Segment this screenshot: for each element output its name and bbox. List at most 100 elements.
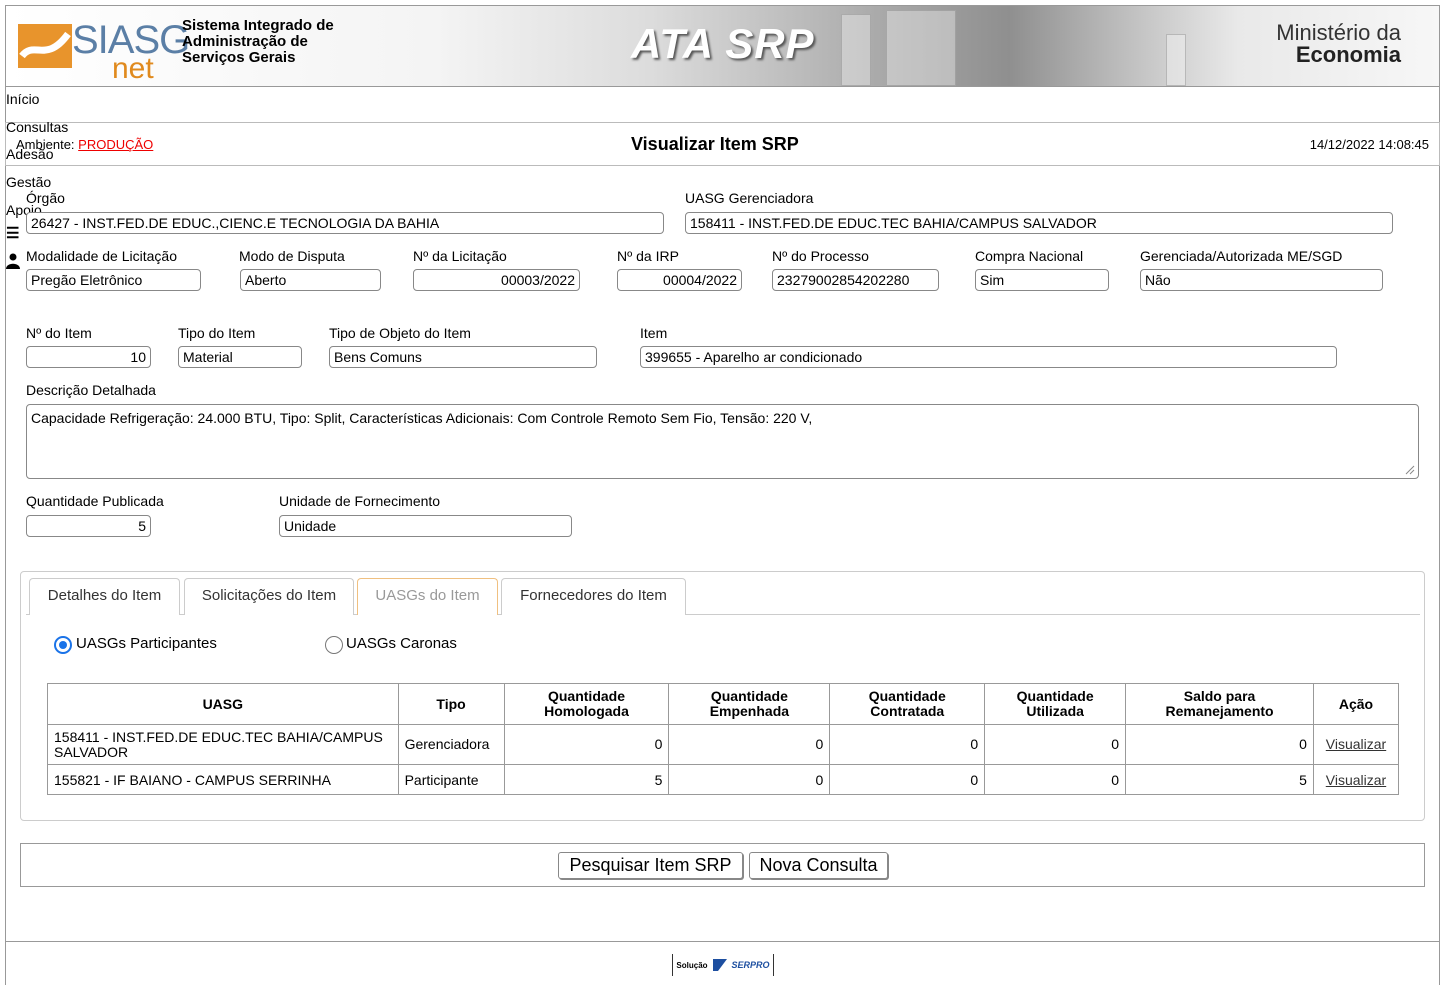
descricao-label: Descrição Detalhada bbox=[26, 382, 156, 398]
unidade-fornecimento-field[interactable]: Unidade bbox=[279, 515, 572, 537]
header-qtd-contratada: Quantidade Contratada bbox=[829, 683, 986, 725]
header-qtd-empenhada: Quantidade Empenhada bbox=[668, 683, 831, 725]
radio-label-participantes[interactable]: UASGs Participantes bbox=[76, 635, 217, 652]
orgao-field[interactable]: 26427 - INST.FED.DE EDUC.,CIENC.E TECNOL… bbox=[26, 212, 664, 234]
irp-label: Nº da IRP bbox=[617, 248, 679, 264]
tab-solicitacoes-item[interactable]: Solicitações do Item bbox=[184, 578, 354, 615]
compra-nacional-field[interactable]: Sim bbox=[975, 269, 1109, 291]
menu-icon[interactable]: ☰ bbox=[6, 224, 19, 242]
banner-building-decoration bbox=[1166, 34, 1186, 86]
cell-uasg: 158411 - INST.FED.DE EDUC.TEC BAHIA/CAMP… bbox=[47, 724, 399, 765]
header-qtd-utilizada: Quantidade Utilizada bbox=[984, 683, 1127, 725]
tipo-item-label: Tipo do Item bbox=[178, 325, 256, 341]
table-row: 158411 - INST.FED.DE EDUC.TEC BAHIA/CAMP… bbox=[47, 724, 1400, 765]
qtd-publicada-field[interactable]: 5 bbox=[26, 515, 151, 537]
ministry-line2: Economia bbox=[1295, 42, 1401, 67]
cell-qtd-utilizada: 0 bbox=[984, 724, 1127, 765]
radio-label-caronas[interactable]: UASGs Caronas bbox=[346, 635, 457, 652]
gerenciada-field[interactable]: Não bbox=[1140, 269, 1383, 291]
modo-disputa-label: Modo de Disputa bbox=[239, 248, 345, 264]
processo-label: Nº do Processo bbox=[772, 248, 869, 264]
banner-building-decoration bbox=[886, 10, 956, 86]
cell-qtd-homologada: 0 bbox=[503, 724, 670, 765]
cell-saldo: 5 bbox=[1125, 764, 1314, 795]
resize-grip-icon[interactable] bbox=[1405, 465, 1415, 475]
cell-saldo: 0 bbox=[1125, 724, 1314, 765]
header-acao: Ação bbox=[1312, 683, 1400, 725]
siasg-logo: SIASG net bbox=[16, 14, 190, 85]
uasgs-table: UASG Tipo Quantidade Homologada Quantida… bbox=[47, 683, 1400, 795]
licitacao-field[interactable]: 00003/2022 bbox=[413, 269, 580, 291]
header-uasg: UASG bbox=[47, 683, 399, 725]
cell-qtd-homologada: 5 bbox=[503, 764, 670, 795]
tab-fornecedores-item[interactable]: Fornecedores do Item bbox=[501, 578, 686, 615]
header-saldo-remanejamento: Saldo para Remanejamento bbox=[1125, 683, 1314, 725]
unidade-fornecimento-label: Unidade de Fornecimento bbox=[279, 493, 441, 509]
menu-item-adesao[interactable]: Adesão bbox=[6, 146, 53, 162]
system-name-line3: Serviços Gerais bbox=[182, 49, 296, 66]
system-name-line1: Sistema Integrado de bbox=[182, 17, 334, 34]
tipo-objeto-field[interactable]: Bens Comuns bbox=[329, 346, 597, 368]
radio-uasgs-participantes[interactable] bbox=[54, 636, 72, 654]
footer-solucao-text: Solução bbox=[676, 960, 708, 970]
user-icon[interactable] bbox=[6, 253, 20, 273]
datetime: 14/12/2022 14:08:45 bbox=[1309, 137, 1429, 152]
cell-uasg: 155821 - IF BAIANO - CAMPUS SERRINHA bbox=[47, 764, 399, 795]
item-field[interactable]: 399655 - Aparelho ar condicionado bbox=[640, 346, 1337, 368]
qtd-publicada-label: Quantidade Publicada bbox=[26, 493, 164, 509]
licitacao-label: Nº da Licitação bbox=[413, 248, 507, 264]
uasg-gerenciadora-field[interactable]: 158411 - INST.FED.DE EDUC.TEC BAHIA/CAMP… bbox=[685, 212, 1393, 234]
banner-building-decoration bbox=[841, 14, 871, 86]
modalidade-field[interactable]: Pregão Eletrônico bbox=[26, 269, 201, 291]
footer-serpro-text: SERPRO bbox=[731, 960, 770, 970]
header-qtd-homologada: Quantidade Homologada bbox=[503, 683, 670, 725]
compra-nacional-label: Compra Nacional bbox=[975, 248, 1084, 264]
table-row: 155821 - IF BAIANO - CAMPUS SERRINHA Par… bbox=[47, 764, 1400, 795]
menu-item-gestao[interactable]: Gestão bbox=[6, 174, 51, 190]
serpro-mark-icon bbox=[712, 959, 727, 971]
cell-qtd-utilizada: 0 bbox=[984, 764, 1127, 795]
system-name: Sistema Integrado de Administração de Se… bbox=[182, 18, 382, 66]
visualizar-link[interactable]: Visualizar bbox=[1312, 724, 1400, 765]
logo-net-text: net bbox=[112, 52, 154, 85]
cell-qtd-contratada: 0 bbox=[829, 764, 986, 795]
app-title: ATA SRP bbox=[631, 20, 815, 67]
cell-qtd-empenhada: 0 bbox=[668, 724, 831, 765]
page-title: Visualizar Item SRP bbox=[631, 134, 799, 154]
num-item-field[interactable]: 10 bbox=[26, 346, 151, 368]
footer-divider bbox=[5, 941, 1440, 942]
tipo-objeto-label: Tipo de Objeto do Item bbox=[329, 325, 471, 341]
siasg-logo-mark-icon bbox=[18, 24, 72, 68]
cell-tipo: Gerenciadora bbox=[397, 724, 505, 765]
tab-detalhes-item[interactable]: Detalhes do Item bbox=[29, 578, 180, 615]
modo-disputa-field[interactable]: Aberto bbox=[240, 269, 381, 291]
menu-item-consultas[interactable]: Consultas bbox=[6, 119, 68, 135]
cell-tipo: Participante bbox=[397, 764, 505, 795]
pesquisar-item-srp-button[interactable]: Pesquisar Item SRP bbox=[558, 852, 743, 879]
orgao-label: Órgão bbox=[26, 190, 65, 206]
num-item-label: Nº do Item bbox=[26, 325, 92, 341]
descricao-text: Capacidade Refrigeração: 24.000 BTU, Tip… bbox=[31, 410, 813, 426]
radio-uasgs-caronas[interactable] bbox=[325, 636, 343, 654]
ministry-logo: Ministério da Economia bbox=[1276, 22, 1401, 66]
cell-qtd-contratada: 0 bbox=[829, 724, 986, 765]
processo-field[interactable]: 23279002854202280 bbox=[772, 269, 939, 291]
visualizar-link[interactable]: Visualizar bbox=[1312, 764, 1400, 795]
table-header-row: UASG Tipo Quantidade Homologada Quantida… bbox=[47, 683, 1400, 725]
descricao-textarea[interactable]: Capacidade Refrigeração: 24.000 BTU, Tip… bbox=[26, 404, 1419, 479]
gerenciada-label: Gerenciada/Autorizada ME/SGD bbox=[1140, 248, 1343, 264]
system-name-line2: Administração de bbox=[182, 33, 308, 50]
header-tipo: Tipo bbox=[397, 683, 505, 725]
item-label: Item bbox=[640, 325, 668, 341]
serpro-logo: Solução SERPRO bbox=[672, 954, 774, 976]
environment-value-link[interactable]: PRODUÇÃO bbox=[78, 137, 153, 152]
menu-item-inicio[interactable]: Início bbox=[6, 91, 39, 107]
header-banner: SIASG net Sistema Integrado de Administr… bbox=[5, 5, 1440, 87]
uasg-gerenciadora-label: UASG Gerenciadora bbox=[685, 190, 814, 206]
tab-uasgs-item[interactable]: UASGs do Item bbox=[357, 578, 498, 615]
nova-consulta-button[interactable]: Nova Consulta bbox=[749, 852, 888, 879]
tipo-item-field[interactable]: Material bbox=[178, 346, 302, 368]
modalidade-label: Modalidade de Licitação bbox=[26, 248, 177, 264]
ministry-line1: Ministério da bbox=[1276, 20, 1401, 45]
irp-field[interactable]: 00004/2022 bbox=[617, 269, 742, 291]
